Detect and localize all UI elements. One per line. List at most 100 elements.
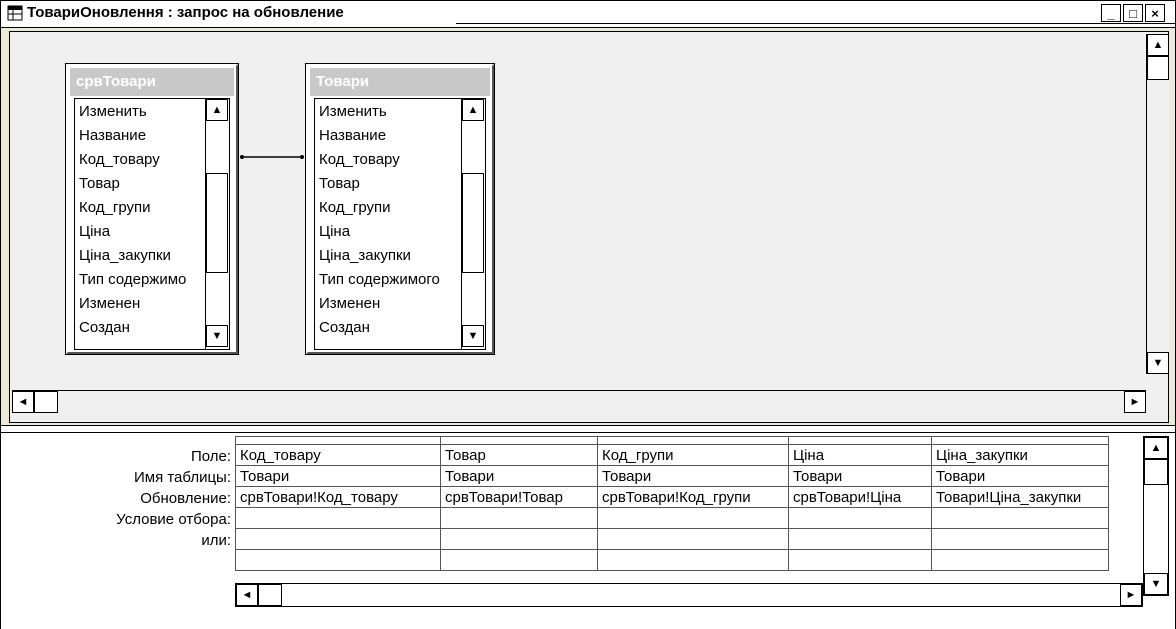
field-item[interactable]: Код_групи (319, 199, 391, 216)
grid-cell[interactable] (597, 528, 789, 550)
field-item[interactable]: Название (79, 127, 146, 144)
field-list-scrollbar[interactable]: ▲ ▼ (205, 99, 229, 349)
grid-vertical-scrollbar[interactable]: ▲ ▼ (1143, 436, 1169, 596)
scroll-thumb[interactable] (206, 173, 228, 273)
scroll-down-icon[interactable]: ▼ (1147, 352, 1169, 374)
field-item[interactable]: Тип содержимого (319, 271, 440, 288)
grid-horizontal-scrollbar[interactable]: ◄ ► (235, 583, 1143, 607)
grid-cell[interactable] (235, 549, 441, 571)
minimize-button[interactable]: _ (1101, 4, 1121, 22)
field-item[interactable]: Ціна_закупки (79, 247, 171, 264)
window-title: ТовариОновлення : запрос на обновление (27, 4, 344, 21)
design-vertical-scrollbar[interactable]: ▲ ▼ (1146, 34, 1169, 374)
table-box-srvtovary[interactable]: срвТовари Изменить Название Код_товару Т… (65, 63, 239, 355)
grid-cell[interactable] (788, 549, 932, 571)
column-selector[interactable] (788, 436, 932, 445)
grid-cell[interactable]: срвТовари!Код_групи (597, 486, 789, 508)
grid-cell[interactable] (597, 507, 789, 529)
grid-cell[interactable]: срвТовари!Товар (440, 486, 598, 508)
grid-cell[interactable] (440, 549, 598, 571)
table-title[interactable]: Товари (310, 68, 490, 96)
scroll-up-icon[interactable]: ▲ (206, 99, 228, 121)
scroll-right-icon[interactable]: ► (1120, 584, 1142, 606)
grid-row-table: Товари Товари Товари Товари Товари (235, 465, 1109, 487)
query-window-icon (7, 5, 23, 21)
grid-cell[interactable]: Товари (788, 465, 932, 487)
field-list-scrollbar[interactable]: ▲ ▼ (461, 99, 485, 349)
scroll-down-icon[interactable]: ▼ (1144, 573, 1168, 595)
grid-cell[interactable]: Товар (440, 444, 598, 466)
grid-cell[interactable]: Товари (235, 465, 441, 487)
grid-cell[interactable]: срвТовари!Код_товару (235, 486, 441, 508)
field-item[interactable]: Код_групи (79, 199, 151, 216)
query-design-grid[interactable]: Поле: Имя таблицы: Обновление: Условие о… (1, 433, 1175, 629)
grid-cell[interactable] (931, 528, 1109, 550)
field-item[interactable]: Изменить (319, 103, 387, 120)
relationship-join-line[interactable] (238, 152, 308, 162)
scroll-thumb[interactable] (34, 391, 58, 413)
grid-cell[interactable]: Код_групи (597, 444, 789, 466)
scroll-up-icon[interactable]: ▲ (462, 99, 484, 121)
table-title[interactable]: срвТовари (70, 68, 234, 96)
field-item[interactable]: Ціна_закупки (319, 247, 411, 264)
scroll-thumb[interactable] (258, 584, 282, 606)
grid-cell[interactable]: срвТовари!Ціна (788, 486, 932, 508)
grid-cell[interactable] (440, 528, 598, 550)
grid-cell[interactable] (931, 507, 1109, 529)
scroll-down-icon[interactable]: ▼ (206, 325, 228, 347)
pane-splitter[interactable] (1, 425, 1175, 433)
column-selector[interactable] (931, 436, 1109, 445)
column-selector[interactable] (440, 436, 598, 445)
scroll-left-icon[interactable]: ◄ (236, 584, 258, 606)
grid-cell[interactable] (931, 549, 1109, 571)
title-bar[interactable]: ТовариОновлення : запрос на обновление _… (1, 1, 1175, 28)
grid-cell[interactable]: Код_товару (235, 444, 441, 466)
field-item[interactable]: Код_товару (319, 151, 400, 168)
field-list[interactable]: Изменить Название Код_товару Товар Код_г… (74, 98, 230, 350)
grid-cell[interactable]: Товари (440, 465, 598, 487)
field-item[interactable]: Изменен (79, 295, 140, 312)
scroll-left-icon[interactable]: ◄ (12, 391, 34, 413)
field-item[interactable]: Изменить (79, 103, 147, 120)
column-selector[interactable] (597, 436, 789, 445)
field-item[interactable]: Создан (79, 319, 130, 336)
field-item[interactable]: Создан (319, 319, 370, 336)
table-design-pane[interactable]: срвТовари Изменить Название Код_товару Т… (9, 31, 1169, 423)
field-item[interactable]: Товар (319, 175, 360, 192)
field-item[interactable]: Код_товару (79, 151, 160, 168)
design-grid-table[interactable]: Код_товару Товар Код_групи Ціна Ціна_зак… (235, 436, 1109, 571)
grid-cell[interactable]: Товари!Ціна_закупки (931, 486, 1109, 508)
scroll-thumb[interactable] (1147, 56, 1169, 80)
close-button[interactable]: × (1145, 4, 1165, 22)
field-item[interactable]: Название (319, 127, 386, 144)
grid-cell[interactable]: Товари (597, 465, 789, 487)
field-item[interactable]: Товар (79, 175, 120, 192)
scroll-right-icon[interactable]: ► (1124, 391, 1146, 413)
column-selector[interactable] (235, 436, 441, 445)
field-item[interactable]: Изменен (319, 295, 380, 312)
field-item[interactable]: Ціна (79, 223, 110, 240)
table-box-tovary[interactable]: Товари Изменить Название Код_товару Това… (305, 63, 495, 355)
column-selector-row[interactable] (235, 436, 1109, 445)
title-separator (456, 23, 1175, 24)
field-item[interactable]: Тип содержимо (79, 271, 186, 288)
scroll-up-icon[interactable]: ▲ (1147, 34, 1169, 56)
scroll-thumb[interactable] (1144, 459, 1168, 485)
maximize-button[interactable]: □ (1123, 4, 1143, 22)
grid-cell[interactable] (788, 507, 932, 529)
field-item[interactable]: Ціна (319, 223, 350, 240)
design-horizontal-scrollbar[interactable]: ◄ ► (12, 390, 1146, 413)
grid-cell[interactable] (440, 507, 598, 529)
grid-row-field: Код_товару Товар Код_групи Ціна Ціна_зак… (235, 444, 1109, 466)
grid-cell[interactable] (235, 507, 441, 529)
scroll-up-icon[interactable]: ▲ (1144, 437, 1168, 459)
grid-cell[interactable] (235, 528, 441, 550)
grid-cell[interactable]: Ціна_закупки (931, 444, 1109, 466)
scroll-thumb[interactable] (462, 173, 484, 273)
grid-cell[interactable]: Ціна (788, 444, 932, 466)
grid-cell[interactable] (788, 528, 932, 550)
grid-cell[interactable]: Товари (931, 465, 1109, 487)
field-list[interactable]: Изменить Название Код_товару Товар Код_г… (314, 98, 486, 350)
grid-cell[interactable] (597, 549, 789, 571)
scroll-down-icon[interactable]: ▼ (462, 325, 484, 347)
